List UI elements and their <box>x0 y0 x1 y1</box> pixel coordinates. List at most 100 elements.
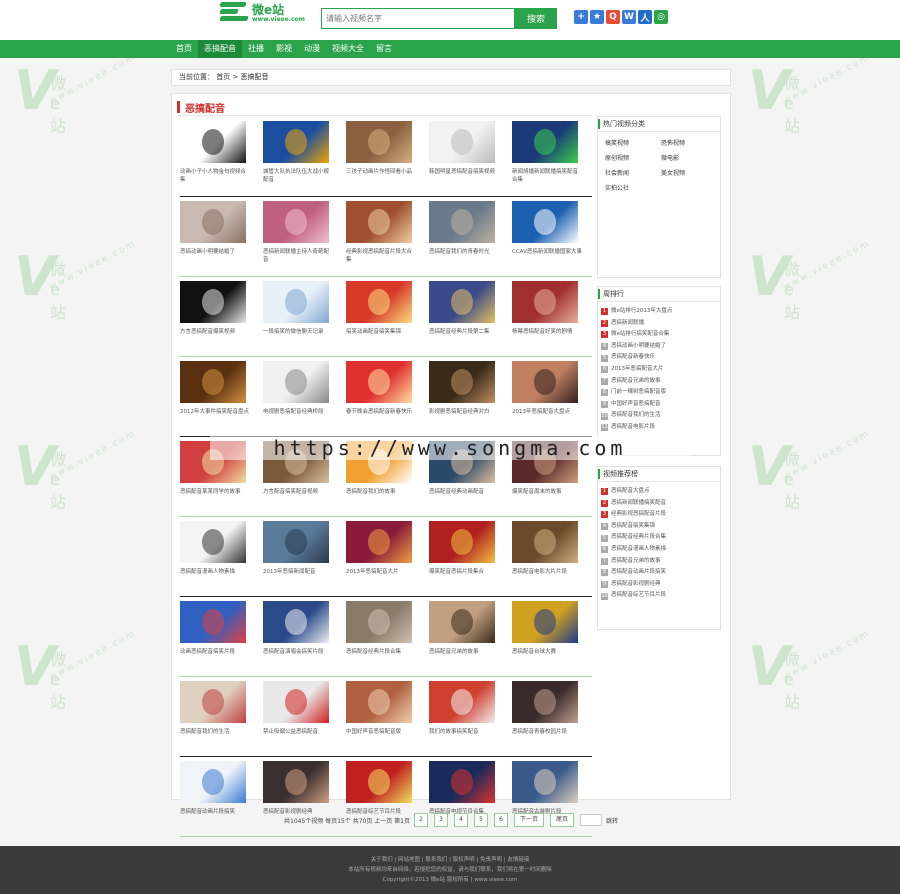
weibo-icon[interactable]: W <box>622 10 636 24</box>
rank-title[interactable]: 恶搞配音电影片段 <box>611 422 655 434</box>
video-thumbnail[interactable] <box>346 681 412 723</box>
rank-item[interactable]: 9 中国好声音恶搞配音 <box>601 399 720 411</box>
video-item[interactable]: 恶搞配音我们的青春时光 <box>429 201 499 264</box>
rank-title[interactable]: 2013年恶搞配音大片 <box>611 364 664 376</box>
page-number-button[interactable]: 4 <box>454 813 468 827</box>
rank-title[interactable]: 微e站排行2013年大盘点 <box>611 306 672 318</box>
video-item[interactable]: 电视剧恶搞配音经典桥段 <box>263 361 333 424</box>
video-thumbnail[interactable] <box>180 761 246 803</box>
page-jump-button[interactable]: 跳转 <box>606 816 618 825</box>
video-caption[interactable]: 经典影视恶搞配音片段大合集 <box>346 248 416 264</box>
video-caption[interactable]: 恶搞配音我们的故事 <box>346 488 416 504</box>
video-thumbnail[interactable] <box>346 521 412 563</box>
video-thumbnail[interactable] <box>429 761 495 803</box>
video-thumbnail[interactable] <box>263 521 329 563</box>
video-caption[interactable]: 爆笑配音恶搞片段集合 <box>429 568 499 584</box>
video-caption[interactable]: 杨幂恶搞配音好笑的剧情 <box>512 328 582 344</box>
rank-item[interactable]: 7 恶搞配音兄弟的故事 <box>601 556 720 568</box>
video-thumbnail[interactable] <box>180 201 246 243</box>
video-caption[interactable]: 方言恶搞配音爆笑视频 <box>180 328 250 344</box>
video-caption[interactable]: 2013年恶搞配音大片 <box>346 568 416 584</box>
rank-item[interactable]: 2 恶搞新闻联播 <box>601 318 720 330</box>
rank-title[interactable]: 恶搞动画小明要结婚了 <box>611 341 666 353</box>
video-caption[interactable]: 方言配音搞笑配音视频 <box>263 488 333 504</box>
video-caption[interactable]: 恶搞配音经典片段第二集 <box>429 328 499 344</box>
page-number-button[interactable]: 5 <box>474 813 488 827</box>
last-page-button[interactable]: 尾页 <box>550 813 575 827</box>
category-link[interactable]: 社会新闻 <box>605 168 661 177</box>
nav-item[interactable]: 影视 <box>270 40 298 58</box>
video-thumbnail[interactable] <box>346 201 412 243</box>
rank-title[interactable]: 恶搞配音新春快乐 <box>611 352 655 364</box>
page-number-button[interactable]: 2 <box>414 813 428 827</box>
video-item[interactable]: 我们的故事搞笑配音 <box>429 681 499 744</box>
rank-title[interactable]: 微e站排行搞笑配音合集 <box>611 329 669 341</box>
rank-item[interactable]: 7 恶搞配音兄弟的故事 <box>601 376 720 388</box>
video-item[interactable]: 韩国明星恶搞配音搞笑视频 <box>429 121 499 184</box>
video-item[interactable]: 三孩子动画片作怪回看小品 <box>346 121 416 184</box>
video-caption[interactable]: 恶搞配音我们的生活 <box>180 728 250 744</box>
video-caption[interactable]: 新闻胡播新闻联播搞笑配音合集 <box>512 168 582 184</box>
video-caption[interactable]: 春节晚会恶搞配音新春快乐 <box>346 408 416 424</box>
rank-title[interactable]: 恶搞配音经典片段合集 <box>611 532 666 544</box>
video-caption[interactable]: 影视剧恶搞配音经典对白 <box>429 408 499 424</box>
rank-title[interactable]: 恶搞配音漫画人物素描 <box>611 544 666 556</box>
video-thumbnail[interactable] <box>263 361 329 403</box>
video-caption[interactable]: 我们的故事搞笑配音 <box>429 728 499 744</box>
video-caption[interactable]: 恶搞配音青春校园片段 <box>512 728 582 744</box>
video-item[interactable]: 新闻胡播新闻联播搞笑配音合集 <box>512 121 582 184</box>
video-thumbnail[interactable] <box>429 521 495 563</box>
next-page-button[interactable]: 下一页 <box>514 813 545 827</box>
video-caption[interactable]: 恶搞配音经典片段合集 <box>346 648 416 664</box>
video-thumbnail[interactable] <box>512 601 578 643</box>
video-item[interactable]: 动画恶搞配音搞笑片段 <box>180 601 250 664</box>
video-item[interactable]: 禁止吸烟公益恶搞配音 <box>263 681 333 744</box>
category-link[interactable]: 微电影 <box>661 153 717 162</box>
rank-item[interactable]: 1 微e站排行2013年大盘点 <box>601 306 720 318</box>
video-thumbnail[interactable] <box>512 521 578 563</box>
video-thumbnail[interactable] <box>512 201 578 243</box>
category-link[interactable]: 实拍公社 <box>605 183 661 192</box>
category-link[interactable]: 搞笑视频 <box>605 138 661 147</box>
video-caption[interactable]: 恶搞配音某某同学的故事 <box>180 488 250 504</box>
video-thumbnail[interactable] <box>180 281 246 323</box>
video-thumbnail[interactable] <box>263 121 329 163</box>
video-caption[interactable]: 三孩子动画片作怪回看小品 <box>346 168 416 184</box>
video-caption[interactable]: 2012年大事件搞笑配音盘点 <box>180 408 250 424</box>
video-thumbnail[interactable] <box>429 681 495 723</box>
rank-title[interactable]: 恶搞配音兄弟的故事 <box>611 556 661 568</box>
video-caption[interactable]: 恶搞配音台球大赛 <box>512 648 582 664</box>
rank-item[interactable]: 5 恶搞配音经典片段合集 <box>601 532 720 544</box>
video-caption[interactable]: 恶搞配音兄弟的故事 <box>429 648 499 664</box>
video-thumbnail[interactable] <box>512 361 578 403</box>
search-input[interactable] <box>321 8 515 29</box>
video-thumbnail[interactable] <box>429 361 495 403</box>
category-link[interactable]: 美女视频 <box>661 168 717 177</box>
nav-item[interactable]: 首页 <box>170 40 198 58</box>
video-thumbnail[interactable] <box>346 361 412 403</box>
video-caption[interactable]: 一段搞笑的微信聊天记录 <box>263 328 333 344</box>
page-number-button[interactable]: 6 <box>494 813 508 827</box>
rank-title[interactable]: 恶搞新闻联播 <box>611 318 644 330</box>
site-logo[interactable]: 微e站 www.vieee.com <box>218 0 318 26</box>
video-thumbnail[interactable] <box>263 761 329 803</box>
rank-item[interactable]: 6 恶搞配音漫画人物素描 <box>601 544 720 556</box>
video-thumbnail[interactable] <box>512 681 578 723</box>
video-caption[interactable]: 恶搞动画小明要结婚了 <box>180 248 250 264</box>
rank-item[interactable]: 3 微e站排行搞笑配音合集 <box>601 329 720 341</box>
rank-title[interactable]: 恶搞配音大盘点 <box>611 486 650 498</box>
video-thumbnail[interactable] <box>429 121 495 163</box>
rank-item[interactable]: 10 恶搞配音我们的生活 <box>601 410 720 422</box>
rank-title[interactable]: 恶搞配音综艺节目片段 <box>611 590 666 602</box>
rank-item[interactable]: 3 经典影视恶搞配音片段 <box>601 509 720 521</box>
video-thumbnail[interactable] <box>429 201 495 243</box>
rank-title[interactable]: 恶搞新闻联播搞笑配音 <box>611 498 666 510</box>
video-thumbnail[interactable] <box>263 281 329 323</box>
category-link[interactable]: 恐怖视频 <box>661 138 717 147</box>
video-item[interactable]: 搞笑动画配音搞笑集锦 <box>346 281 416 344</box>
category-link[interactable]: 原创视频 <box>605 153 661 162</box>
rank-title[interactable]: 恶搞配音搞笑集锦 <box>611 521 655 533</box>
video-item[interactable]: 2013年恶搞配音大片 <box>346 521 416 584</box>
video-item[interactable]: CCAV恶搞新闻联播国家大事 <box>512 201 582 264</box>
video-item[interactable]: 影视剧恶搞配音经典对白 <box>429 361 499 424</box>
